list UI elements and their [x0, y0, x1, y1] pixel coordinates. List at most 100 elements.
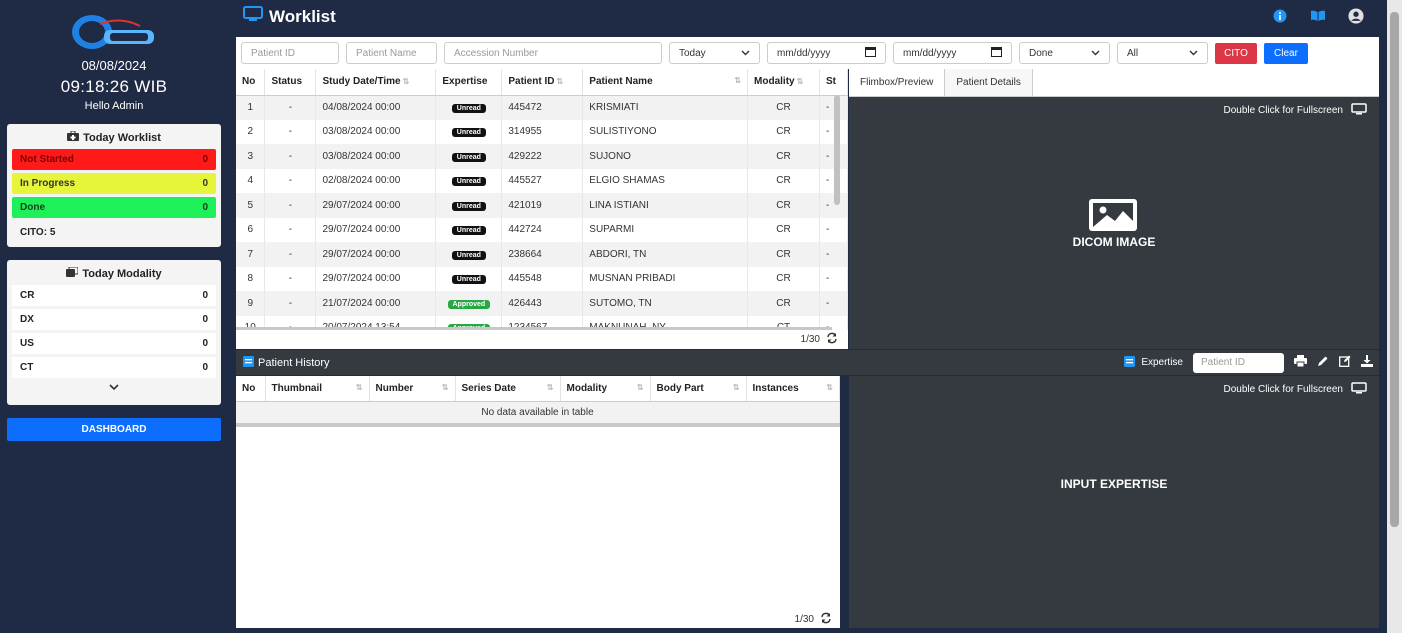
cell-status: - — [264, 193, 317, 218]
expertise-badge: Unread — [451, 152, 486, 162]
cell-pid: 442724 — [501, 217, 584, 242]
cell-pid: 421019 — [501, 193, 584, 218]
chevron-down-icon — [741, 48, 750, 59]
table-row[interactable]: 5-29/07/2024 00:00 Unread 421019 LINA ISTIA… — [236, 193, 848, 218]
expertise-badge: Unread — [451, 250, 486, 260]
clear-button[interactable]: Clear — [1264, 42, 1308, 64]
expertise-badge: Unread — [451, 128, 486, 138]
table-row[interactable]: 4-02/08/2024 00:00 Unread 445527 ELGIO SHAM… — [236, 168, 848, 193]
cell-no: 8 — [236, 266, 266, 291]
cell-pid: 314955 — [501, 119, 584, 144]
table-row[interactable]: 7-29/07/2024 00:00 Unread 238664 ABDORI, TN… — [236, 242, 848, 267]
table-row[interactable]: 2-03/08/2024 00:00 Unread 314955 SULISTIYON… — [236, 119, 848, 144]
col-patient-id[interactable]: Patient ID ⇅ — [501, 69, 584, 96]
cell-expertise: Unread — [435, 95, 503, 120]
modality-select[interactable]: All — [1117, 42, 1208, 64]
patient-id-input[interactable]: Patient ID — [241, 42, 339, 64]
dicom-image-label: DICOM IMAGE — [1072, 235, 1156, 249]
edit-icon[interactable] — [1339, 355, 1351, 370]
refresh-icon[interactable] — [826, 332, 838, 347]
cell-st: - — [819, 217, 848, 242]
fullscreen-hint[interactable]: Double Click for Fullscreen — [1224, 382, 1368, 397]
dashboard-button[interactable]: DASHBOARD — [7, 418, 221, 441]
col-modality[interactable]: Modality ⇅ — [560, 376, 651, 402]
col-st[interactable]: St — [819, 69, 848, 96]
date-from-input[interactable]: mm/dd/yyyy — [767, 42, 886, 64]
info-icon[interactable] — [1272, 8, 1288, 24]
download-icon[interactable] — [1361, 355, 1373, 370]
worklist-done[interactable]: Done 0 — [12, 197, 216, 218]
table-row[interactable]: 6-29/07/2024 00:00 Unread 442724 SUPARMI CR - — [236, 217, 848, 242]
accession-number-input[interactable]: Accession Number — [444, 42, 662, 64]
cell-no: 4 — [236, 168, 266, 193]
col-series-date[interactable]: Series Date ⇅ — [455, 376, 561, 402]
today-modality-title: Today Modality — [7, 260, 221, 285]
col-thumbnail[interactable]: Thumbnail ⇅ — [265, 376, 370, 402]
table-row[interactable]: 3-03/08/2024 00:00 Unread 429222 SUJONO CR - — [236, 144, 848, 169]
table-row[interactable]: 1-04/08/2024 00:00 Unread 445472 KRISMIATI C… — [236, 95, 848, 120]
pencil-icon[interactable] — [1317, 355, 1329, 370]
cell-modality: CR — [747, 144, 820, 169]
table-row[interactable]: 8-29/07/2024 00:00 Unread 445548 MUSNAN PRI… — [236, 266, 848, 291]
book-icon[interactable] — [1310, 8, 1326, 24]
sort-icon: ⇅ — [734, 76, 742, 86]
chevron-down-icon[interactable] — [7, 381, 221, 399]
calendar-icon — [865, 46, 876, 60]
cell-st: - — [819, 242, 848, 267]
col-no[interactable]: No — [236, 69, 266, 96]
cell-no: 2 — [236, 119, 266, 144]
cell-date: 03/08/2024 00:00 — [315, 119, 437, 144]
table-row[interactable]: 9-21/07/2024 00:00 Approved 426443 SUTOMO, … — [236, 291, 848, 316]
worklist-scrollbar[interactable] — [834, 95, 840, 205]
status-select[interactable]: Done — [1019, 42, 1110, 64]
sort-icon: ⇅ — [796, 77, 804, 87]
expertise-panel[interactable]: Double Click for Fullscreen INPUT EXPERT… — [849, 376, 1379, 628]
col-study-date[interactable]: Study Date/Time ⇅ — [315, 69, 437, 96]
cell-name: SUJONO — [582, 144, 749, 169]
page-scrollbar-thumb[interactable] — [1390, 12, 1399, 527]
print-icon[interactable] — [1294, 355, 1307, 370]
cell-pid: 445472 — [501, 95, 584, 120]
page-scrollbar[interactable] — [1387, 0, 1402, 633]
tab-patient-details[interactable]: Patient Details — [945, 69, 1033, 97]
refresh-icon[interactable] — [820, 612, 832, 627]
col-instances[interactable]: Instances ⇅ — [746, 376, 840, 402]
sidebar: 08/08/2024 09:18:26 WIB Hello Admin Toda… — [0, 0, 228, 633]
cell-status: - — [264, 119, 317, 144]
cell-expertise: Unread — [435, 119, 503, 144]
fullscreen-hint[interactable]: Double Click for Fullscreen — [1224, 103, 1368, 118]
col-modality[interactable]: Modality ⇅ — [747, 69, 820, 96]
cell-modality: CR — [747, 95, 820, 120]
sort-icon: ⇅ — [355, 382, 363, 392]
calendar-icon — [991, 46, 1002, 60]
cito-button[interactable]: CITO — [1215, 42, 1257, 64]
modality-row-us: US 0 — [12, 333, 216, 354]
cell-expertise: Approved — [435, 291, 503, 316]
tab-flimbox-preview[interactable]: Flimbox/Preview — [849, 69, 946, 97]
cell-name: ELGIO SHAMAS — [582, 168, 749, 193]
expertise-badge: Approved — [447, 299, 491, 309]
cell-modality: CR — [747, 217, 820, 242]
col-patient-name[interactable]: Patient Name ⇅ — [582, 69, 749, 96]
col-number[interactable]: Number ⇅ — [369, 376, 456, 402]
cell-expertise: Unread — [435, 144, 503, 169]
preview-panel: Flimbox/Preview Patient Details Double C… — [849, 69, 1379, 349]
worklist-in-progress[interactable]: In Progress 0 — [12, 173, 216, 194]
expertise-patient-id-input[interactable]: Patient ID — [1193, 352, 1284, 373]
worklist-not-started[interactable]: Not Started 0 — [12, 149, 216, 170]
date-range-select[interactable]: Today — [669, 42, 760, 64]
col-status[interactable]: Status — [264, 69, 317, 96]
history-pager: 1/30 — [236, 610, 840, 628]
cell-date: 03/08/2024 00:00 — [315, 144, 437, 169]
patient-name-input[interactable]: Patient Name — [346, 42, 437, 64]
chevron-down-icon — [1189, 48, 1198, 59]
today-worklist-card: Today Worklist Not Started 0 In Progress… — [7, 124, 221, 247]
col-body-part[interactable]: Body Part ⇅ — [650, 376, 747, 402]
app-logo — [70, 12, 158, 52]
date-to-input[interactable]: mm/dd/yyyy — [893, 42, 1012, 64]
cell-no: 1 — [236, 95, 266, 120]
col-no[interactable]: No — [236, 376, 266, 402]
cell-expertise: Unread — [435, 266, 503, 291]
user-account-icon[interactable] — [1348, 8, 1364, 24]
col-expertise[interactable]: Expertise — [435, 69, 503, 96]
